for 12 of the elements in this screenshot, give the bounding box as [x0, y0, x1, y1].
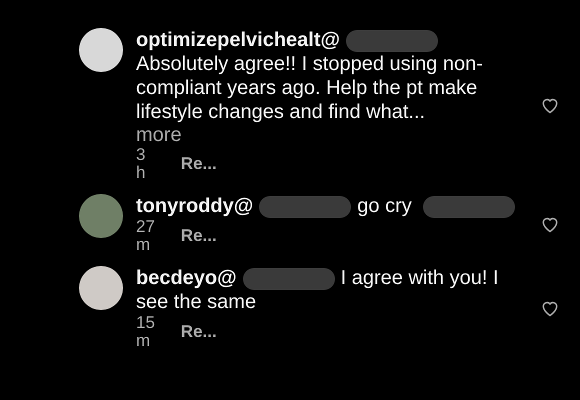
- comment-text: optimizepelvichealt@ Absolutely agree!! I stopped using non-compliant years ago. Help the pt make lifestyle changes and find what...: [136, 28, 484, 124]
- reply-button[interactable]: Re...: [180, 322, 217, 342]
- comment-text: becdeyo@ I agree with you! I see the same: [136, 266, 500, 314]
- avatar[interactable]: [79, 266, 123, 310]
- reply-button[interactable]: Re...: [180, 226, 217, 246]
- comment-time: 15 m: [136, 314, 156, 350]
- reply-button[interactable]: Re...: [180, 154, 217, 174]
- comment-time: 3 h: [136, 146, 146, 182]
- avatar[interactable]: [79, 28, 123, 72]
- comment-text: tonyroddy@ go cry: [136, 194, 527, 218]
- more-link[interactable]: more: [136, 124, 182, 146]
- comment-time: 27 m: [136, 218, 156, 254]
